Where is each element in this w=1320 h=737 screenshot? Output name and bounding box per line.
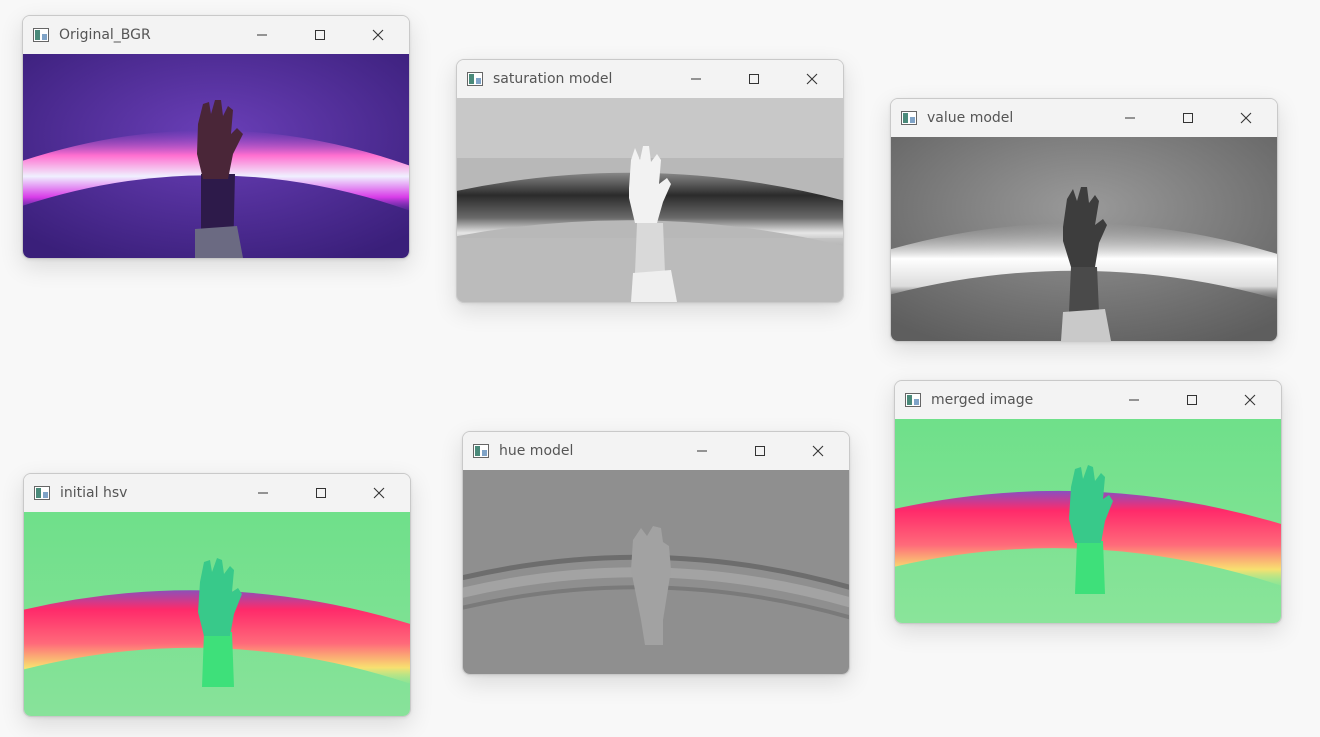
image-canvas — [457, 98, 843, 302]
window-title: merged image — [931, 392, 1034, 408]
window-title: saturation model — [493, 71, 613, 87]
titlebar[interactable]: Original_BGR — [23, 16, 409, 54]
minimize-button[interactable] — [1107, 99, 1153, 137]
window-title: hue model — [499, 443, 574, 459]
window-initial-hsv[interactable]: initial hsv — [23, 473, 411, 717]
maximize-button[interactable] — [737, 432, 783, 470]
close-button[interactable] — [356, 474, 402, 512]
close-icon — [373, 487, 385, 499]
close-icon — [1244, 394, 1256, 406]
maximize-icon — [1186, 394, 1198, 406]
maximize-button[interactable] — [731, 60, 777, 98]
minimize-button[interactable] — [240, 474, 286, 512]
maximize-icon — [315, 487, 327, 499]
titlebar[interactable]: hue model — [463, 432, 849, 470]
close-button[interactable] — [1227, 381, 1273, 419]
close-button[interactable] — [1223, 99, 1269, 137]
image-canvas — [463, 470, 849, 674]
maximize-icon — [1182, 112, 1194, 124]
close-button[interactable] — [795, 432, 841, 470]
opencv-window-icon — [901, 111, 917, 125]
window-saturation-model[interactable]: saturation model — [456, 59, 844, 303]
window-title: initial hsv — [60, 485, 128, 501]
close-button[interactable] — [355, 16, 401, 54]
window-title: value model — [927, 110, 1014, 126]
window-title: Original_BGR — [59, 27, 151, 43]
close-button[interactable] — [789, 60, 835, 98]
minimize-icon — [690, 73, 702, 85]
maximize-button[interactable] — [297, 16, 343, 54]
opencv-window-icon — [473, 444, 489, 458]
close-icon — [372, 29, 384, 41]
titlebar[interactable]: merged image — [895, 381, 1281, 419]
minimize-button[interactable] — [1111, 381, 1157, 419]
image-canvas — [895, 419, 1281, 623]
window-merged-image[interactable]: merged image — [894, 380, 1282, 624]
image-canvas — [23, 54, 409, 258]
minimize-button[interactable] — [239, 16, 285, 54]
window-value-model[interactable]: value model — [890, 98, 1278, 342]
maximize-button[interactable] — [1169, 381, 1215, 419]
titlebar[interactable]: saturation model — [457, 60, 843, 98]
close-icon — [806, 73, 818, 85]
minimize-icon — [257, 487, 269, 499]
opencv-window-icon — [467, 72, 483, 86]
minimize-icon — [696, 445, 708, 457]
maximize-icon — [314, 29, 326, 41]
maximize-button[interactable] — [1165, 99, 1211, 137]
titlebar[interactable]: initial hsv — [24, 474, 410, 512]
image-canvas — [891, 137, 1277, 341]
opencv-window-icon — [905, 393, 921, 407]
maximize-icon — [754, 445, 766, 457]
close-icon — [1240, 112, 1252, 124]
minimize-icon — [256, 29, 268, 41]
image-canvas — [24, 512, 410, 716]
maximize-button[interactable] — [298, 474, 344, 512]
window-original-bgr[interactable]: Original_BGR — [22, 15, 410, 259]
window-hue-model[interactable]: hue model — [462, 431, 850, 675]
minimize-button[interactable] — [679, 432, 725, 470]
opencv-window-icon — [34, 486, 50, 500]
minimize-icon — [1124, 112, 1136, 124]
close-icon — [812, 445, 824, 457]
opencv-window-icon — [33, 28, 49, 42]
maximize-icon — [748, 73, 760, 85]
minimize-button[interactable] — [673, 60, 719, 98]
titlebar[interactable]: value model — [891, 99, 1277, 137]
minimize-icon — [1128, 394, 1140, 406]
